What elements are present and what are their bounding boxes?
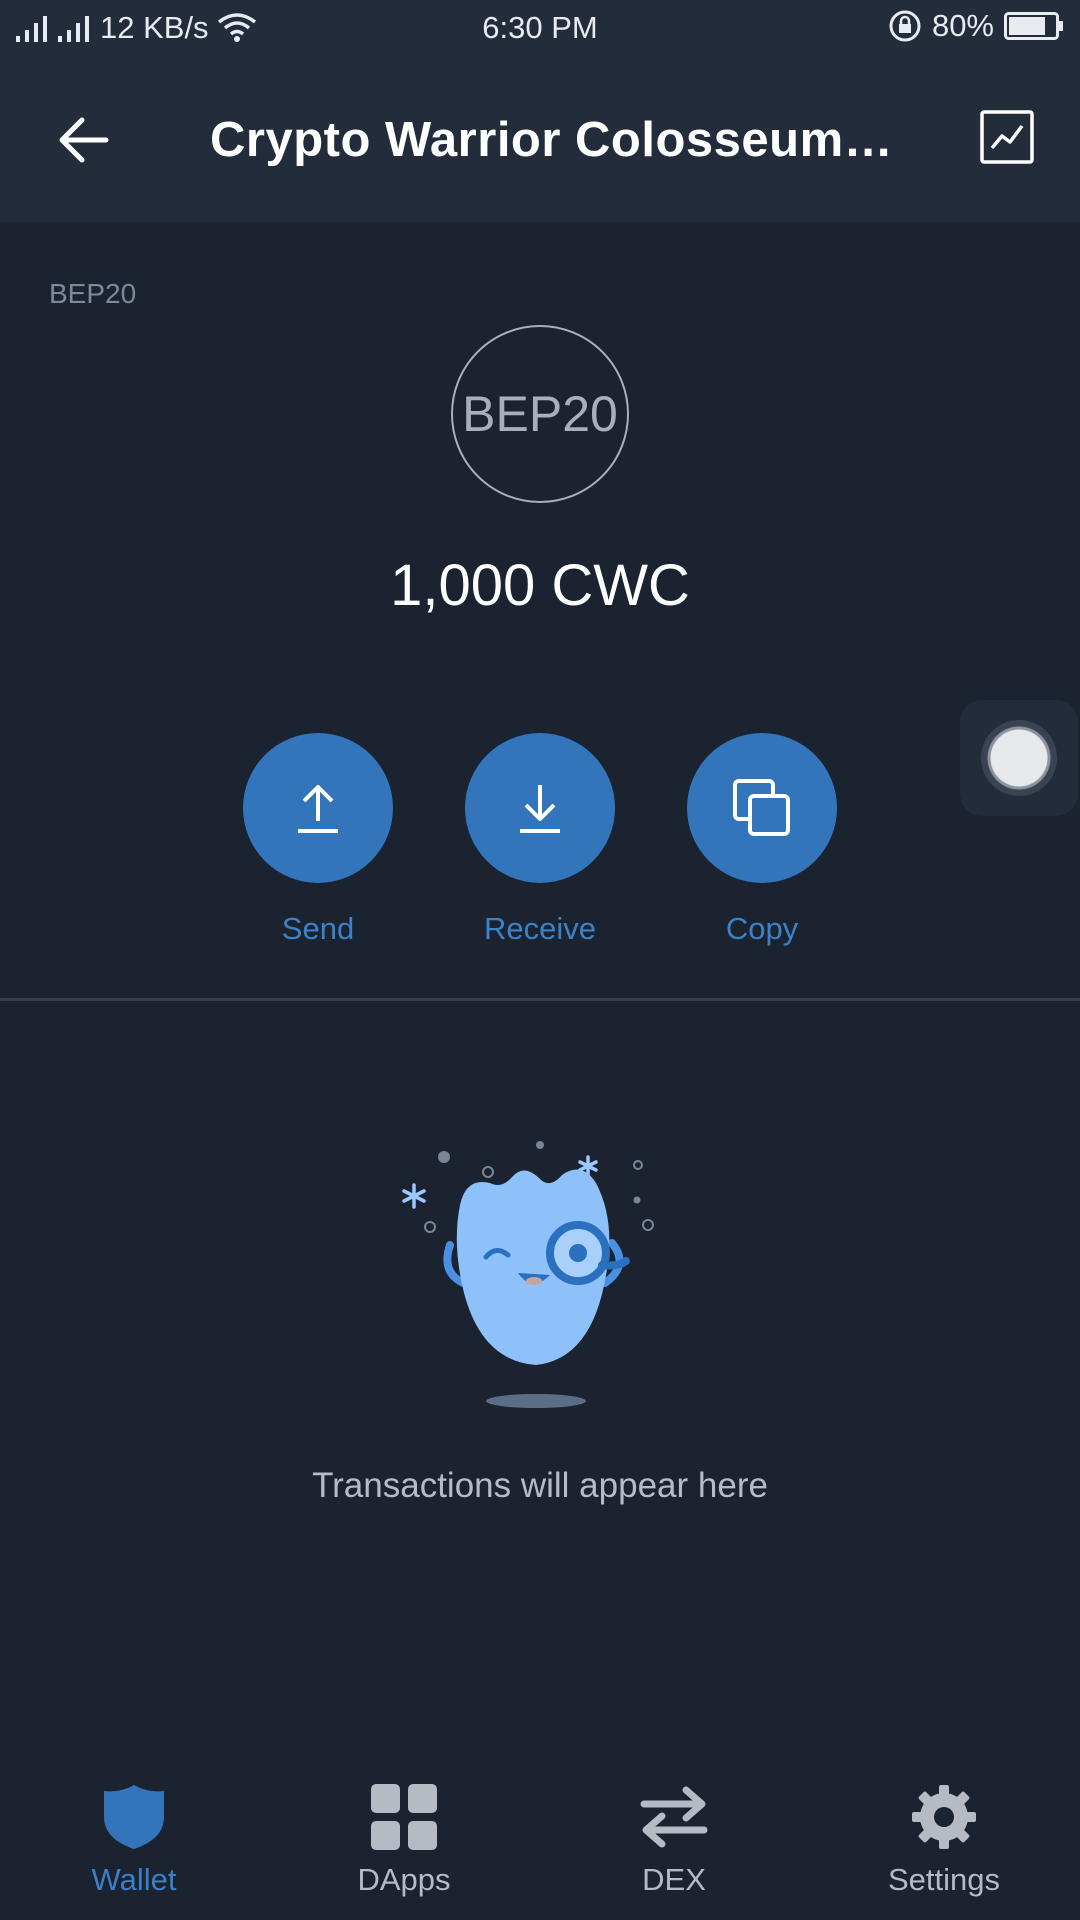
token-balance: 1,000 CWC bbox=[390, 553, 690, 618]
token-logo-text: BEP20 bbox=[462, 386, 618, 442]
token-standard-label: BEP20 bbox=[49, 278, 137, 309]
nav-wallet-label: Wallet bbox=[91, 1862, 177, 1897]
price-chart-icon bbox=[980, 110, 1034, 164]
back-button[interactable] bbox=[52, 108, 116, 172]
nav-dex[interactable]: DEX bbox=[564, 1760, 784, 1898]
copy-label: Copy bbox=[725, 911, 799, 946]
token-logo: BEP20 bbox=[451, 325, 629, 503]
nav-dapps-label: DApps bbox=[357, 1862, 451, 1897]
arrow-left-icon bbox=[59, 117, 109, 163]
page-title: Crypto Warrior Colosseum… bbox=[210, 113, 894, 167]
receive-button[interactable]: Receive bbox=[465, 733, 615, 947]
token-actions: Send Receive Copy bbox=[0, 733, 1080, 953]
battery-percent: 80% bbox=[931, 8, 994, 43]
swap-arrows-icon bbox=[640, 1786, 708, 1848]
upload-arrow-icon bbox=[298, 785, 338, 833]
gear-icon bbox=[912, 1785, 976, 1849]
nav-wallet[interactable]: Wallet bbox=[24, 1760, 244, 1898]
send-label: Send bbox=[281, 911, 355, 946]
empty-transactions-message: Transactions will appear here bbox=[312, 1466, 768, 1505]
copy-button[interactable]: Copy bbox=[687, 733, 837, 947]
grid-icon bbox=[371, 1784, 437, 1850]
wallet-token-screen: 12 KB/s 6:30 PM 80% Crypto Warrior Colos… bbox=[0, 0, 1080, 1920]
download-arrow-icon bbox=[520, 785, 560, 833]
nav-settings[interactable]: Settings bbox=[834, 1760, 1054, 1898]
battery-icon bbox=[1004, 12, 1063, 40]
price-chart-button[interactable] bbox=[980, 110, 1034, 164]
copy-icon bbox=[733, 779, 790, 836]
copy-button-circle[interactable] bbox=[687, 733, 837, 883]
empty-transactions-illustration bbox=[402, 1141, 654, 1408]
nav-dex-label: DEX bbox=[642, 1862, 706, 1897]
send-button[interactable]: Send bbox=[243, 733, 393, 947]
app-header: Crypto Warrior Colosseum… bbox=[0, 56, 1080, 222]
floating-dot bbox=[981, 720, 1057, 796]
receive-label: Receive bbox=[484, 911, 596, 946]
send-button-circle[interactable] bbox=[243, 733, 393, 883]
rotation-lock-icon bbox=[889, 10, 921, 42]
nav-settings-label: Settings bbox=[887, 1862, 1000, 1897]
status-bar: 12 KB/s 6:30 PM 80% bbox=[0, 0, 1080, 56]
bottom-navigation: Wallet DApps DEX Settings bbox=[0, 1760, 1080, 1920]
shield-icon bbox=[104, 1785, 164, 1849]
floating-assistive-button[interactable] bbox=[960, 700, 1078, 816]
receive-button-circle[interactable] bbox=[465, 733, 615, 883]
section-divider bbox=[0, 998, 1080, 1001]
nav-dapps[interactable]: DApps bbox=[294, 1760, 514, 1898]
